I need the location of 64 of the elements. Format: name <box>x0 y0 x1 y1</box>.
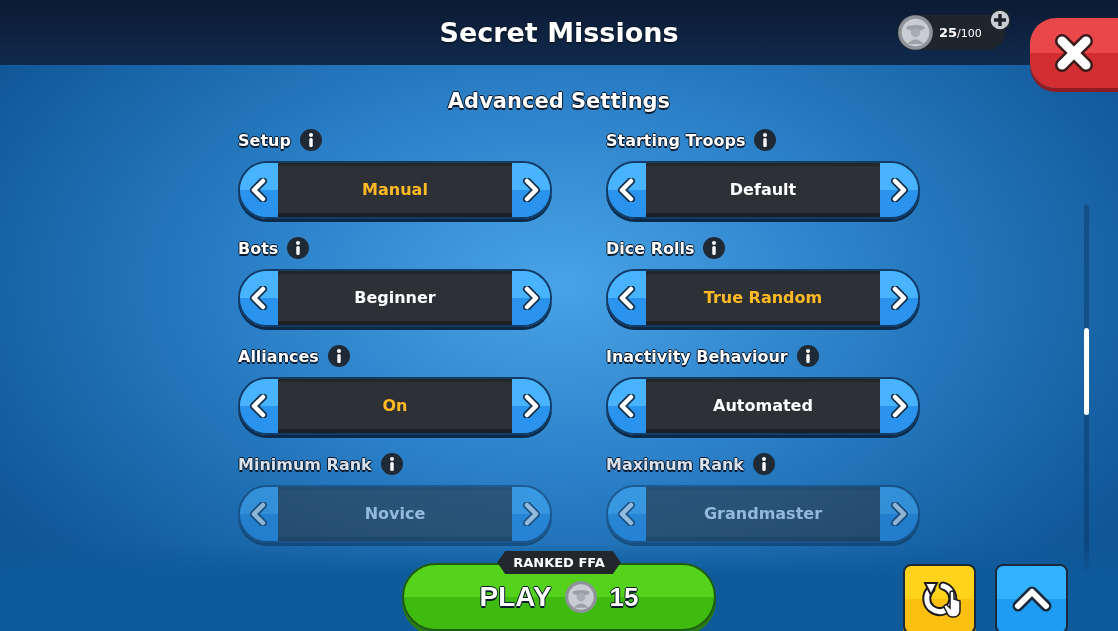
info-icon[interactable] <box>702 236 727 260</box>
chevron-right-icon <box>521 286 541 310</box>
option-value: Beginner <box>278 271 512 325</box>
chevron-right-icon <box>521 394 541 418</box>
section-title: Advanced Settings <box>447 89 671 113</box>
reset-button[interactable] <box>903 564 976 631</box>
next-button[interactable] <box>512 379 550 433</box>
chevron-left-icon <box>249 394 269 418</box>
option-value: Grandmaster <box>646 487 880 541</box>
setting-label: Bots <box>238 238 279 258</box>
next-button[interactable] <box>512 163 550 217</box>
next-button[interactable] <box>512 271 550 325</box>
window-title: Secret Missions <box>439 17 679 48</box>
chevron-right-icon <box>889 286 909 310</box>
chevron-right-icon <box>889 394 909 418</box>
coin-icon <box>897 14 934 51</box>
info-icon[interactable] <box>379 452 404 476</box>
previous-button[interactable] <box>240 271 278 325</box>
info-icon[interactable] <box>753 128 778 152</box>
setting-label: Alliances <box>238 346 319 366</box>
info-icon[interactable] <box>298 128 323 152</box>
scroll-thumb[interactable] <box>1084 328 1089 415</box>
chevron-right-icon <box>889 178 909 202</box>
scroll-up-button[interactable] <box>995 564 1068 631</box>
previous-button[interactable] <box>608 163 646 217</box>
chevron-up-icon <box>1011 586 1052 612</box>
chevron-left-icon <box>617 178 637 202</box>
info-icon[interactable] <box>326 344 351 368</box>
option-value: On <box>278 379 512 433</box>
setting-label: Maximum Rank <box>606 454 744 474</box>
next-button[interactable] <box>880 163 918 217</box>
chevron-left-icon <box>617 394 637 418</box>
currency-amount: 25/100 <box>939 25 982 40</box>
chevron-left-icon <box>617 286 637 310</box>
previous-button[interactable] <box>240 379 278 433</box>
chevron-right-icon <box>521 178 541 202</box>
option-value: Novice <box>278 487 512 541</box>
info-icon[interactable] <box>795 344 820 368</box>
chevron-left-icon <box>249 178 269 202</box>
info-icon[interactable] <box>286 236 311 260</box>
chevron-left-icon <box>617 502 637 526</box>
option-value: Manual <box>278 163 512 217</box>
plus-icon[interactable] <box>989 9 1011 31</box>
setting-label: Starting Troops <box>606 130 746 150</box>
previous-button[interactable] <box>240 163 278 217</box>
info-icon[interactable] <box>752 452 776 476</box>
setting-label: Minimum Rank <box>238 454 372 474</box>
coin-icon <box>563 580 598 614</box>
chevron-left-icon <box>249 502 269 526</box>
setting-label: Setup <box>238 130 291 150</box>
previous-button[interactable] <box>608 379 646 433</box>
setting-label: Inactivity Behaviour <box>606 346 788 366</box>
option-value: Automated <box>646 379 880 433</box>
previous-button[interactable] <box>608 271 646 325</box>
next-button[interactable] <box>880 271 918 325</box>
setting-label: Dice Rolls <box>606 238 695 258</box>
next-button[interactable] <box>880 379 918 433</box>
chevron-right-icon <box>521 502 541 526</box>
option-value: Default <box>646 163 880 217</box>
chevron-right-icon <box>889 502 909 526</box>
close-icon <box>1054 33 1094 73</box>
mode-tag: RANKED FFA <box>497 551 621 574</box>
chevron-left-icon <box>249 286 269 310</box>
option-value: True Random <box>646 271 880 325</box>
